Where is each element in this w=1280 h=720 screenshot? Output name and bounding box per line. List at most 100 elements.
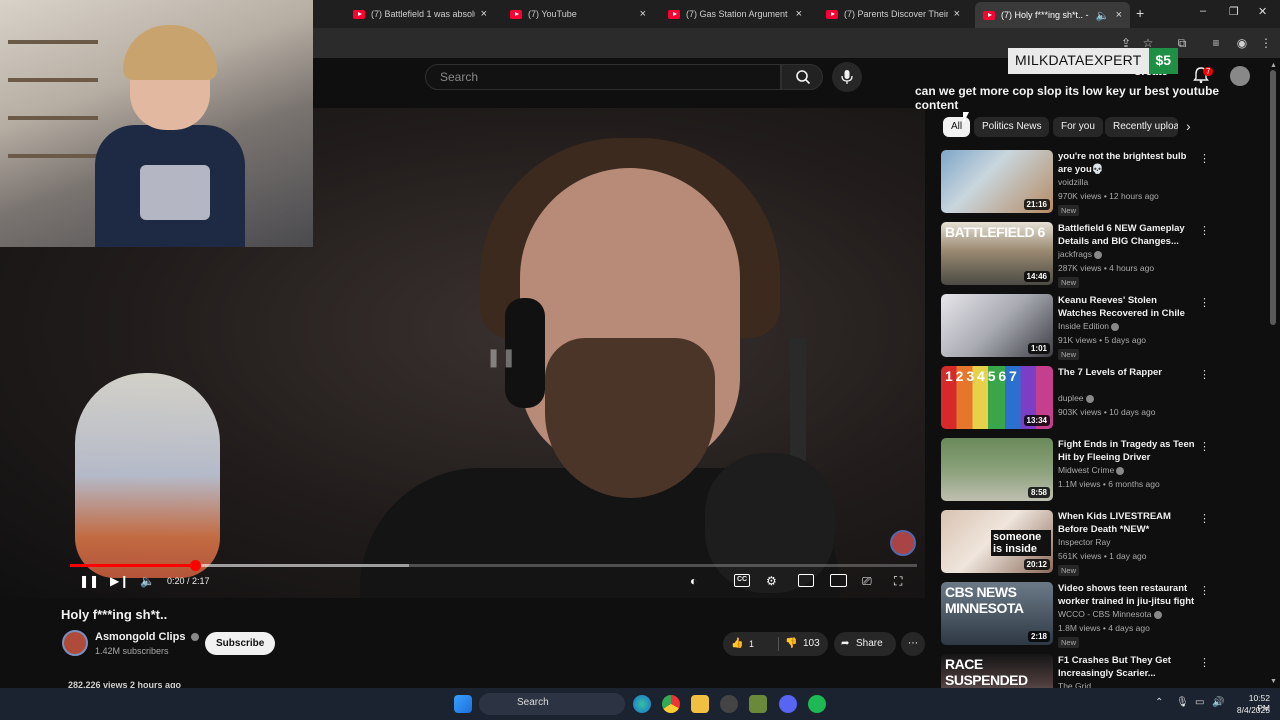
recommendation-title[interactable]: F1 Crashes But They Get Increasingly Sca… [1058, 654, 1198, 680]
minimize-icon[interactable]: – [1200, 5, 1206, 17]
browser-tab-active[interactable]: (7) Holy f***ing sh*t.. - You 🔈 × [975, 2, 1130, 28]
browser-menu-icon[interactable]: ⋮ [1258, 35, 1274, 51]
search-button[interactable] [781, 64, 823, 90]
scroll-up-icon[interactable]: ▲ [1270, 62, 1277, 69]
tab-close-icon[interactable]: × [640, 8, 646, 20]
recommendation-menu-icon[interactable]: ⋮ [1199, 152, 1210, 165]
tab-close-icon[interactable]: × [1116, 9, 1122, 21]
cast-icon[interactable]: ⎚ [862, 574, 872, 589]
recommendation-menu-icon[interactable]: ⋮ [1199, 224, 1210, 237]
channel-name[interactable]: Asmongold Clips [95, 631, 199, 643]
recommendation-title[interactable]: The 7 Levels of Rapper [1058, 366, 1198, 379]
new-badge: New [1058, 565, 1080, 576]
captions-button[interactable]: CC [734, 574, 750, 587]
account-avatar[interactable] [1230, 66, 1250, 86]
window-close-icon[interactable]: ✕ [1258, 5, 1267, 18]
chip-for-you[interactable]: For you [1053, 117, 1103, 137]
recommendation-item[interactable]: CBS NEWS MINNESOTA 2:18 Video shows teen r… [941, 582, 1211, 648]
chip-politics-news[interactable]: Politics News [974, 117, 1050, 137]
tab-mute-icon[interactable]: 🔈 [1096, 9, 1110, 22]
next-icon[interactable]: ▶❙ [110, 574, 129, 588]
recommendation-menu-icon[interactable]: ⋮ [1199, 656, 1210, 669]
recommendation-title[interactable]: you're not the brightest bulb are you💀 [1058, 150, 1198, 176]
recommendation-channel[interactable]: WCCO - CBS Minnesota [1058, 609, 1162, 619]
recommendation-channel[interactable]: voidzilla [1058, 177, 1088, 187]
tab-close-icon[interactable]: × [796, 8, 802, 20]
recommendation-menu-icon[interactable]: ⋮ [1199, 368, 1210, 381]
chrome-icon[interactable] [662, 695, 680, 713]
chip-recently-uploaded[interactable]: Recently uploa [1105, 117, 1178, 137]
tab-close-icon[interactable]: × [954, 8, 960, 20]
recommendation-title[interactable]: Keanu Reeves' Stolen Watches Recovered i… [1058, 294, 1198, 320]
recommendation-title[interactable]: Video shows teen restaurant worker train… [1058, 582, 1198, 608]
video-thumbnail[interactable]: someone is inside 20:12 [941, 510, 1053, 573]
video-thumbnail[interactable]: 1 2 3 4 5 6 7 13:34 [941, 366, 1053, 429]
thumbs-up-icon[interactable]: 👍 [731, 632, 743, 656]
new-tab-button[interactable]: + [1136, 5, 1144, 21]
recommendation-menu-icon[interactable]: ⋮ [1199, 584, 1210, 597]
windows-start-icon[interactable] [454, 695, 472, 713]
recommendation-channel[interactable]: duplee [1058, 393, 1094, 403]
recommendation-channel[interactable]: Inside Edition [1058, 321, 1120, 331]
recommendation-channel[interactable]: jackfrags [1058, 249, 1103, 259]
recommendation-menu-icon[interactable]: ⋮ [1199, 512, 1210, 525]
video-thumbnail[interactable]: 8:58 [941, 438, 1053, 501]
channel-avatar[interactable] [62, 630, 88, 656]
recommendation-item[interactable]: 1:01 Keanu Reeves' Stolen Watches Recover… [941, 294, 1211, 360]
spotify-icon[interactable] [808, 695, 826, 713]
restore-icon[interactable]: ❐ [1229, 5, 1239, 18]
browser-tab[interactable]: (7) YouTube × [502, 4, 654, 24]
tray-chevron-icon[interactable]: ⌃ [1155, 697, 1163, 708]
recommendation-item[interactable]: someone is inside 20:12 When Kids LIVESTRE… [941, 510, 1211, 576]
search-input[interactable]: Search [425, 64, 781, 90]
subscribe-button[interactable]: Subscribe [205, 632, 276, 655]
voice-search-button[interactable] [832, 62, 862, 92]
progress-scrubber[interactable] [189, 560, 201, 571]
recommendation-menu-icon[interactable]: ⋮ [1199, 296, 1210, 309]
scrollbar-thumb[interactable] [1270, 70, 1276, 325]
video-thumbnail[interactable]: 21:16 [941, 150, 1053, 213]
channel-watermark[interactable] [890, 530, 916, 556]
recommendation-title[interactable]: Battlefield 6 NEW Gameplay Details and B… [1058, 222, 1198, 248]
tray-display-icon[interactable]: ▭ [1195, 697, 1204, 708]
chips-next-icon[interactable]: › [1186, 118, 1191, 134]
profile-icon[interactable]: ◉ [1234, 35, 1250, 51]
scroll-down-icon[interactable]: ▼ [1270, 678, 1277, 685]
settings-gear-icon[interactable]: ⚙ [766, 574, 777, 588]
browser-tab[interactable]: (7) Battlefield 1 was absolutely × [345, 4, 495, 24]
recommendation-item[interactable]: BATTLEFIELD 6 14:46 Battlefield 6 NEW Game… [941, 222, 1211, 288]
recommendation-item[interactable]: 8:58 Fight Ends in Tragedy as Teen Hit by… [941, 438, 1211, 504]
more-actions-button[interactable]: ⋯ [901, 632, 925, 656]
share-button[interactable]: ➦ Share [834, 632, 896, 656]
autoplay-toggle[interactable]: ◐ [690, 574, 697, 588]
tab-close-icon[interactable]: × [481, 8, 487, 20]
fullscreen-icon[interactable]: ⛶ [894, 574, 902, 589]
recommendation-channel[interactable]: Midwest Crime [1058, 465, 1125, 475]
discord-icon[interactable] [779, 695, 797, 713]
app-icon[interactable] [720, 695, 738, 713]
browser-tab[interactable]: (7) Parents Discover Their Daug × [818, 4, 968, 24]
progress-bar[interactable] [70, 560, 917, 571]
video-thumbnail[interactable]: 1:01 [941, 294, 1053, 357]
tray-volume-icon[interactable]: 🔊 [1212, 697, 1224, 708]
taskbar-search[interactable]: Search [479, 693, 625, 715]
app-icon[interactable] [749, 695, 767, 713]
video-thumbnail[interactable]: CBS NEWS MINNESOTA 2:18 [941, 582, 1053, 645]
recommendation-menu-icon[interactable]: ⋮ [1199, 440, 1210, 453]
recommendation-item[interactable]: 21:16 you're not the brightest bulb are y… [941, 150, 1211, 216]
video-thumbnail[interactable]: BATTLEFIELD 6 14:46 [941, 222, 1053, 285]
browser-tab[interactable]: (7) Gas Station Argument Turns × [660, 4, 810, 24]
thumbs-down-icon[interactable]: 👎 [785, 632, 797, 656]
recommendation-item[interactable]: 1 2 3 4 5 6 7 13:34 The 7 Levels of Rapper… [941, 366, 1211, 432]
theater-mode-icon[interactable] [830, 574, 847, 587]
miniplayer-icon[interactable] [798, 574, 814, 587]
file-explorer-icon[interactable] [691, 695, 709, 713]
recommendation-channel[interactable]: Inspector Ray [1058, 537, 1110, 547]
media-control-icon[interactable]: ≡ [1208, 35, 1224, 51]
volume-icon[interactable]: 🔈 [140, 574, 155, 588]
recommendation-title[interactable]: Fight Ends in Tragedy as Teen Hit by Fle… [1058, 438, 1198, 464]
edge-icon[interactable] [633, 695, 651, 713]
tray-mic-icon[interactable]: 🎙 [1176, 697, 1189, 708]
pause-icon[interactable]: ❚❚ [79, 574, 99, 588]
recommendation-title[interactable]: When Kids LIVESTREAM Before Death *NEW* [1058, 510, 1198, 536]
